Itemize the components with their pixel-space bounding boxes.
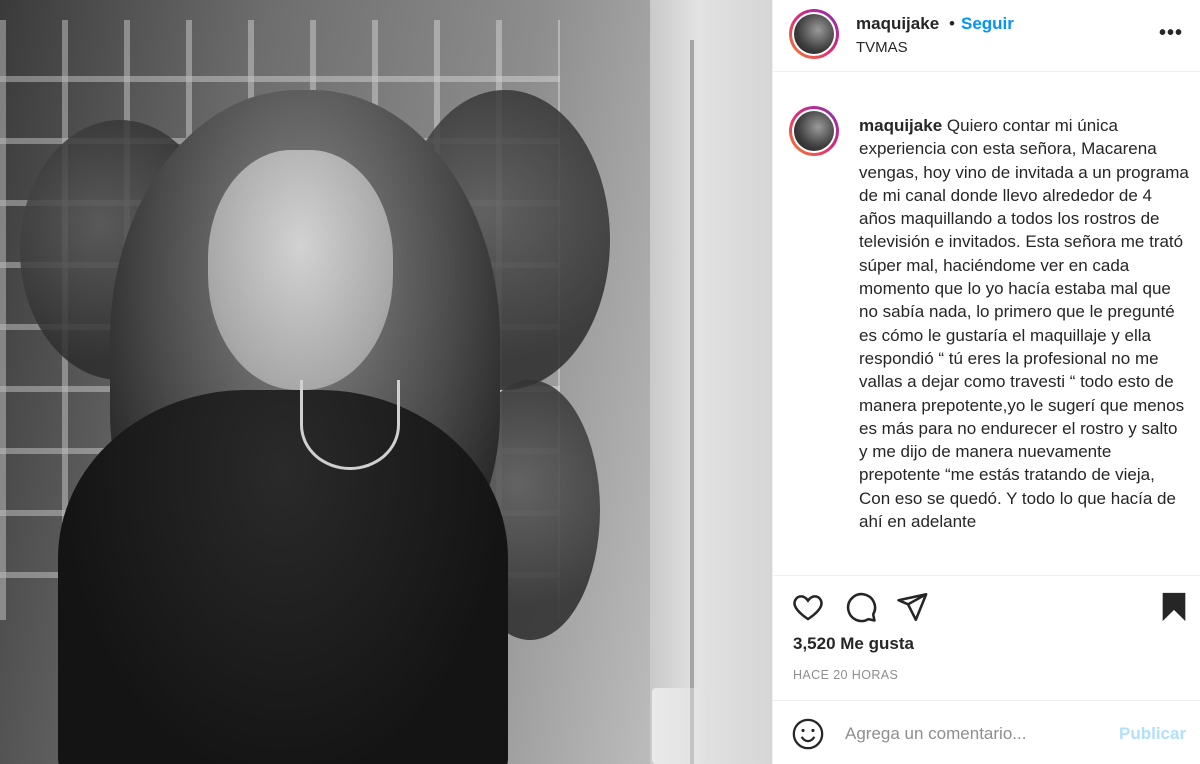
- comment-bubble-icon[interactable]: [844, 590, 878, 624]
- post-side-panel: maquijake • Seguir TVMAS ••• maquijake Q…: [772, 0, 1200, 764]
- more-options-icon[interactable]: •••: [1159, 22, 1183, 45]
- bookmark-icon[interactable]: [1157, 590, 1191, 624]
- photo-background-wall: [650, 0, 772, 764]
- publish-button[interactable]: Publicar: [1119, 724, 1186, 744]
- smiley-icon[interactable]: [791, 717, 825, 751]
- post-caption: maquijake Quiero contar mi única experie…: [859, 114, 1189, 533]
- avatar-border: [792, 109, 836, 153]
- photo-necklace: [300, 380, 400, 470]
- photo-glass: [652, 688, 710, 764]
- comment-input[interactable]: [845, 717, 1105, 751]
- post-actions-bar: [773, 578, 1200, 634]
- caption-avatar[interactable]: [789, 106, 839, 156]
- avatar-image: [794, 111, 834, 151]
- paper-plane-icon[interactable]: [895, 590, 929, 624]
- avatar-image: [794, 14, 834, 54]
- post-timestamp[interactable]: HACE 20 HORAS: [793, 668, 898, 682]
- photo-door-edge: [690, 40, 694, 764]
- separator-dot: •: [949, 14, 955, 33]
- heart-icon[interactable]: [791, 590, 825, 624]
- avatar-border: [792, 12, 836, 56]
- post-username[interactable]: maquijake: [856, 14, 939, 34]
- caption-username[interactable]: maquijake: [859, 116, 942, 135]
- post-header: maquijake • Seguir TVMAS •••: [773, 0, 1200, 72]
- comments-area[interactable]: maquijake Quiero contar mi única experie…: [773, 72, 1200, 576]
- post-photo[interactable]: [0, 0, 772, 764]
- caption-text: Quiero contar mi única experiencia con e…: [859, 116, 1189, 532]
- avatar[interactable]: [789, 9, 839, 59]
- follow-button[interactable]: Seguir: [961, 14, 1014, 34]
- photo-person-body: [58, 390, 508, 764]
- likes-count[interactable]: 3,520 Me gusta: [793, 634, 914, 654]
- post-location[interactable]: TVMAS: [856, 39, 908, 56]
- add-comment-section: Publicar: [773, 700, 1200, 764]
- photo-person-face: [208, 150, 393, 390]
